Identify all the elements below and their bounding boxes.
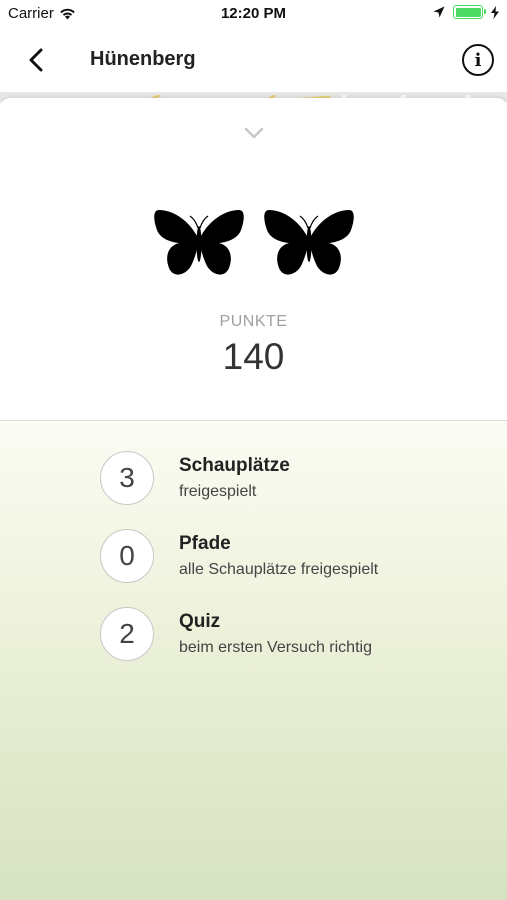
butterfly-icon [263, 210, 354, 275]
stat-row-quiz: 2 Quiz beim ersten Versuch richtig [100, 607, 372, 661]
status-time: 12:20 PM [220, 5, 287, 22]
stat-count-badge: 2 [100, 607, 154, 661]
info-button[interactable]: i [462, 44, 494, 76]
butterfly-rating [0, 208, 507, 278]
battery-level [455, 7, 481, 17]
stat-text: Pfade alle Schauplätze freigespielt [179, 533, 378, 579]
navigation-bar: Hünenberg i [0, 28, 507, 92]
stat-text: Quiz beim ersten Versuch richtig [179, 611, 372, 657]
stat-title: Quiz [179, 611, 221, 632]
back-button[interactable] [20, 44, 52, 76]
points-value: 140 [222, 336, 285, 377]
status-bar: Carrier 12:20 PM [0, 0, 507, 28]
stat-row-schauplaetze: 3 Schauplätze freigespielt [100, 451, 290, 505]
points-label: PUNKTE [219, 313, 288, 330]
stat-subtitle: alle Schauplätze freigespielt [179, 561, 379, 578]
stat-subtitle: freigespielt [179, 483, 257, 500]
charging-bolt-icon [491, 5, 499, 19]
stat-row-pfade: 0 Pfade alle Schauplätze freigespielt [100, 529, 378, 583]
status-indicators [433, 5, 499, 19]
stat-count-badge: 3 [100, 451, 154, 505]
chevron-down-icon[interactable] [243, 126, 265, 140]
stat-title: Pfade [179, 533, 231, 554]
stat-text: Schauplätze freigespielt [179, 455, 290, 501]
info-icon: i [474, 49, 482, 71]
page-title: Hünenberg [90, 48, 196, 70]
location-arrow-icon [433, 6, 445, 18]
stat-title: Schauplätze [179, 455, 290, 476]
score-sheet: PUNKTE 140 3 Schauplätze freigespielt 0 … [0, 98, 507, 900]
battery-icon [453, 5, 486, 19]
stat-subtitle: beim ersten Versuch richtig [179, 639, 372, 656]
chevron-left-icon [29, 48, 43, 72]
butterfly-icon [153, 210, 244, 275]
stats-section: 3 Schauplätze freigespielt 0 Pfade alle … [0, 420, 507, 900]
stat-count-badge: 0 [100, 529, 154, 583]
